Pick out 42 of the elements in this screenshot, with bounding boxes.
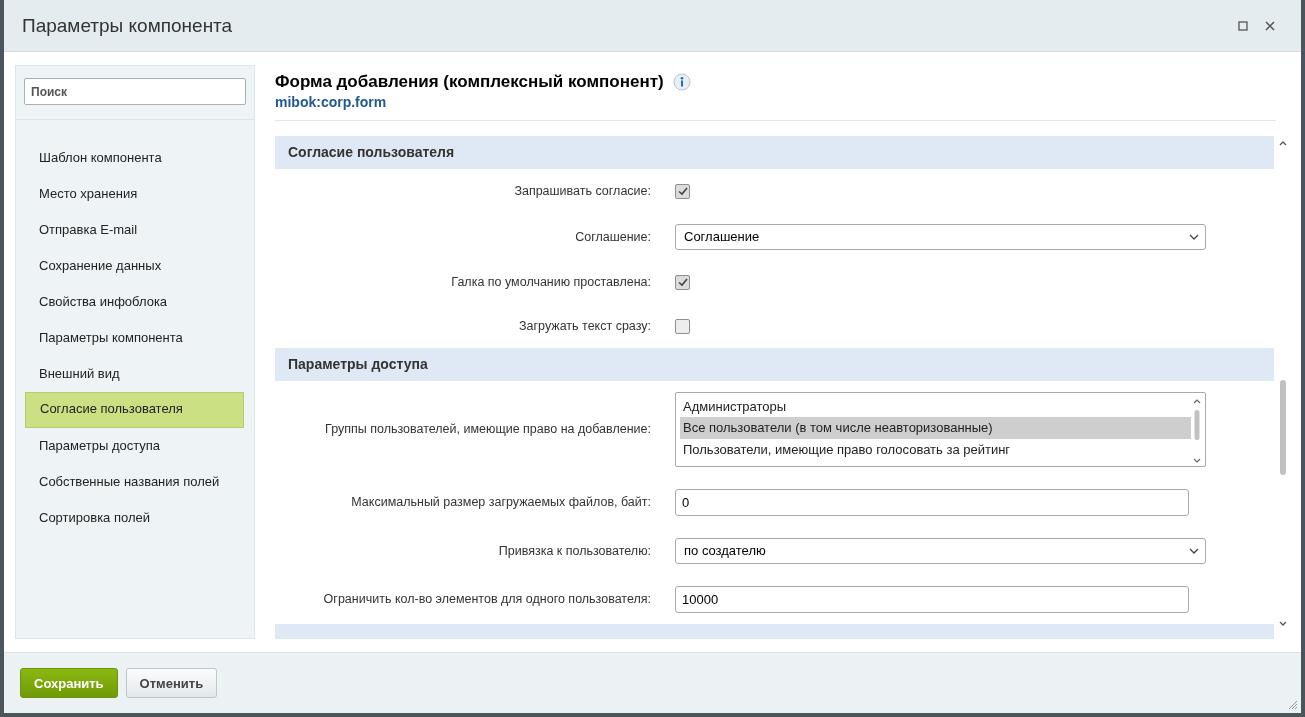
checkbox[interactable] — [675, 183, 690, 199]
info-icon[interactable] — [672, 73, 691, 91]
window-title: Параметры компонента — [22, 14, 233, 37]
search-field[interactable]: Поиск — [24, 78, 246, 105]
sidebar-item[interactable]: Отправка E-mail — [25, 212, 244, 248]
field-label: Привязка к пользователю: — [497, 543, 651, 558]
sidebar-item[interactable]: Параметры доступа — [25, 428, 244, 464]
component-code: mibok:corp.form — [275, 94, 388, 110]
section-header: Параметры доступа — [275, 348, 1274, 381]
section-header: Согласие пользователя — [275, 136, 1274, 169]
field-label: Загружать текст сразу: — [518, 319, 651, 333]
field-label: Максимальный размер загружаемых файлов, байт: — [350, 495, 651, 509]
list-option[interactable]: Администраторы — [680, 395, 1191, 417]
chevron-down-icon — [1189, 233, 1199, 240]
resize-grip-icon[interactable] — [1288, 700, 1298, 710]
close-icon[interactable] — [1265, 20, 1275, 31]
input-field[interactable]: 10000 — [675, 585, 1189, 613]
sidebar-item[interactable]: Согласие пользователя — [25, 392, 244, 428]
field-label: Запрашивать согласие: — [513, 184, 651, 198]
maximize-icon[interactable] — [1238, 20, 1248, 31]
list-option[interactable]: Все пользователи (в том числе неавторизованные) — [680, 417, 1191, 439]
sidebar-item[interactable]: Шаблон компонента — [25, 140, 244, 176]
field-label: Ограничить кол-во элементов для одного пользователя: — [322, 592, 651, 606]
chevron-down-icon — [1189, 547, 1199, 554]
sidebar-item[interactable]: Сортировка полей — [25, 500, 244, 536]
sidebar-item[interactable]: Параметры компонента — [25, 320, 244, 356]
sidebar-item[interactable]: Сохранение данных — [25, 248, 244, 284]
sidebar-item[interactable]: Место хранения — [25, 176, 244, 212]
input-field[interactable]: 0 — [675, 488, 1189, 516]
dropdown[interactable]: Соглашение — [675, 223, 1206, 250]
field-label: Группы пользователей, имеющие право на добавление: — [324, 422, 651, 436]
field-label: Галка по умолчанию проставлена: — [450, 275, 651, 289]
field-label: Соглашение: — [574, 229, 651, 244]
cancel-button[interactable]: Отменить — [125, 668, 218, 698]
list-option[interactable]: Пользователи, имеющие право голосовать за рейтинг — [680, 438, 1191, 460]
sidebar-item[interactable]: Собственные названия полей — [25, 464, 244, 500]
component-title: Форма добавления (комплексный компонент) — [275, 72, 664, 92]
sidebar-item[interactable]: Внешний вид — [25, 356, 244, 392]
sidebar-item[interactable]: Свойства инфоблока — [25, 284, 244, 320]
checkbox[interactable] — [675, 318, 690, 334]
dropdown[interactable]: по создателю — [675, 537, 1206, 564]
checkbox[interactable] — [675, 274, 690, 290]
